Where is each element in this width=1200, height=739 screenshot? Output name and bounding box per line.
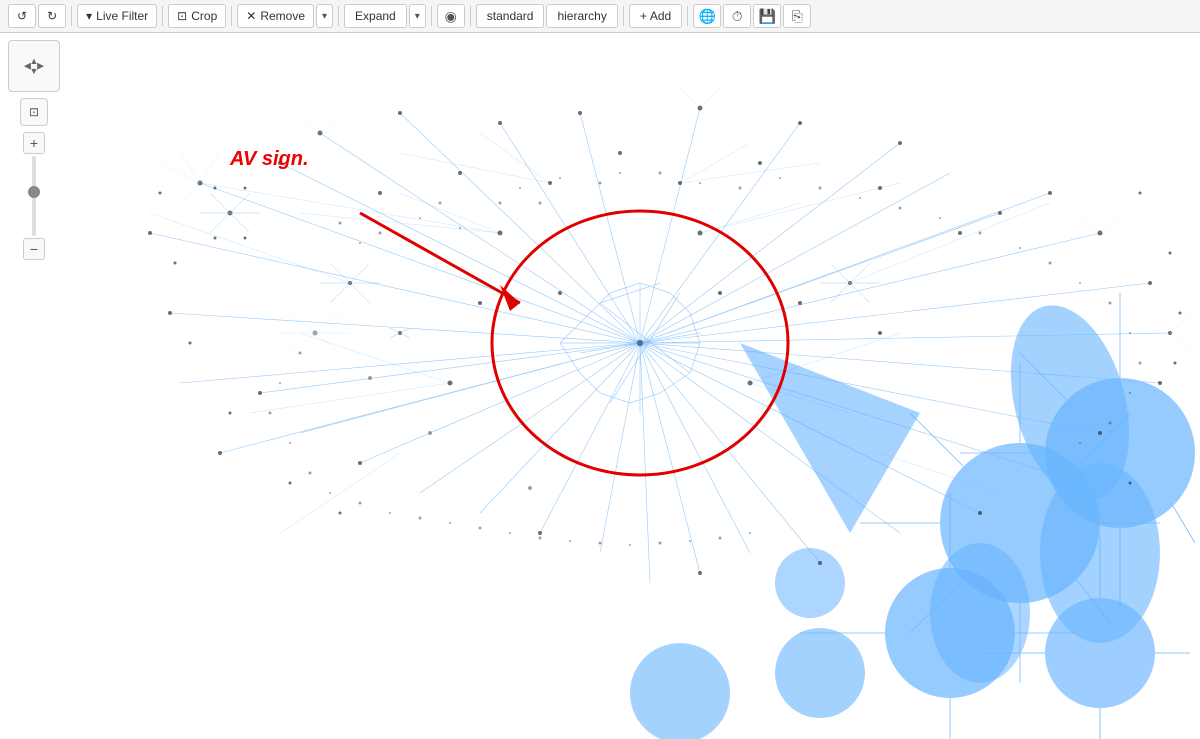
fit-button[interactable]: ⊡ — [20, 98, 48, 126]
zoom-out-button[interactable]: − — [23, 238, 45, 260]
remove-dropdown[interactable]: ▾ — [316, 4, 333, 28]
add-label: Add — [650, 9, 671, 23]
undo-button[interactable]: ↺ — [8, 4, 36, 28]
separator-2 — [162, 6, 163, 26]
clock-button[interactable]: ⏱ — [723, 4, 751, 28]
zoom-in-button[interactable]: + — [23, 132, 45, 154]
nav-pad-inner: ▲ ▼ ◀ ▶ — [24, 56, 44, 76]
zoom-track[interactable] — [32, 156, 36, 236]
nav-left-arrow: ◀ — [24, 61, 31, 72]
add-icon: + — [640, 9, 647, 23]
standard-label: standard — [487, 9, 534, 23]
remove-button[interactable]: ✕ Remove — [237, 4, 314, 28]
expand-button[interactable]: Expand — [344, 4, 407, 28]
clock-icon: ⏱ — [732, 8, 743, 25]
export-icon: ⎘ — [792, 8, 803, 25]
save-icon: 💾 — [758, 8, 775, 25]
separator-1 — [71, 6, 72, 26]
hierarchy-button[interactable]: hierarchy — [546, 4, 617, 28]
left-controls: ▲ ▼ ◀ ▶ ⊡ + − — [8, 40, 60, 260]
remove-label: Remove — [260, 9, 305, 23]
pin-button[interactable]: ◉ — [437, 4, 465, 28]
expand-dropdown[interactable]: ▾ — [409, 4, 426, 28]
separator-8 — [687, 6, 688, 26]
graph-canvas[interactable]: AV sign. — [0, 33, 1200, 739]
separator-6 — [470, 6, 471, 26]
zoom-thumb[interactable] — [28, 186, 40, 198]
export-button[interactable]: ⎘ — [783, 4, 811, 28]
fit-icon: ⊡ — [29, 105, 39, 119]
live-filter-label: Live Filter — [96, 9, 148, 23]
separator-7 — [623, 6, 624, 26]
separator-5 — [431, 6, 432, 26]
filter-icon: ▾ — [86, 9, 92, 23]
annotation-arrow — [360, 213, 520, 311]
standard-button[interactable]: standard — [476, 4, 545, 28]
zoom-control: + − — [23, 132, 45, 260]
separator-3 — [231, 6, 232, 26]
globe-button[interactable]: 🌐 — [693, 4, 721, 28]
crop-icon: ⊡ — [177, 9, 187, 23]
remove-icon: ✕ — [246, 9, 256, 23]
graph-svg — [0, 33, 1200, 739]
separator-4 — [338, 6, 339, 26]
add-button[interactable]: + Add — [629, 4, 682, 28]
save-button[interactable]: 💾 — [753, 4, 781, 28]
nav-pad[interactable]: ▲ ▼ ◀ ▶ — [8, 40, 60, 92]
toolbar: ↺ ↻ ▾ Live Filter ⊡ Crop ✕ Remove ▾ Expa… — [0, 0, 1200, 33]
hierarchy-label: hierarchy — [557, 9, 606, 23]
redo-button[interactable]: ↻ — [38, 4, 66, 28]
live-filter-button[interactable]: ▾ Live Filter — [77, 4, 157, 28]
nav-right-arrow: ▶ — [37, 61, 44, 72]
globe-icon: 🌐 — [698, 8, 715, 25]
expand-label: Expand — [355, 9, 396, 23]
crop-label: Crop — [191, 9, 217, 23]
pin-icon: ◉ — [445, 8, 457, 25]
crop-button[interactable]: ⊡ Crop — [168, 4, 226, 28]
